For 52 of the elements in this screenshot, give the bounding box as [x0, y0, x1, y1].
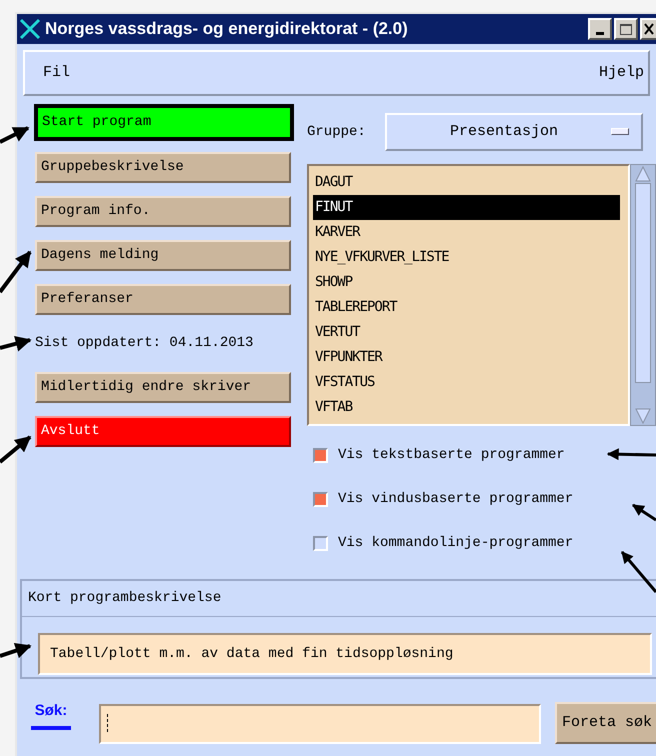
annotation-arrow	[606, 448, 656, 460]
description-field: Tabell/plott m.m. av data med fin tidsoppløsning	[38, 633, 652, 675]
action-button[interactable]: Dagens melding	[35, 240, 291, 271]
exit-button[interactable]: Avslutt	[35, 416, 291, 447]
annotation-arrow	[0, 642, 32, 658]
search-field[interactable]	[99, 704, 541, 744]
checkbox-label: Vis tekstbaserte programmer	[338, 446, 565, 464]
action-button[interactable]: Gruppebeskrivelse	[35, 152, 291, 183]
close-button[interactable]	[640, 18, 656, 40]
group-label: Gruppe:	[307, 122, 367, 142]
program-item[interactable]: VFTAB	[313, 395, 620, 420]
minimize-button[interactable]	[588, 18, 612, 40]
menu-item[interactable]: Hjelp	[598, 62, 644, 84]
program-item[interactable]: VFPUNKTER	[313, 345, 620, 370]
program-item[interactable]: TABLEREPORT	[313, 295, 620, 320]
annotation-arrow	[0, 336, 32, 352]
action-button[interactable]: Program info.	[35, 196, 291, 227]
program-item[interactable]: VERTUT	[313, 320, 620, 345]
x-logo-icon	[19, 18, 41, 40]
checkbox[interactable]	[313, 448, 328, 462]
window-title: Norges vassdrags- og energidirektorat - (2.0)	[45, 18, 408, 40]
annotation-arrow	[0, 435, 32, 464]
search-label: Søk:	[34, 701, 68, 721]
group-dropdown[interactable]: Presentasjon	[385, 113, 643, 151]
checkbox-label: Vis vindusbaserte programmer	[338, 490, 574, 508]
underline	[31, 726, 71, 730]
scroll-down-icon[interactable]	[634, 407, 652, 425]
program-item[interactable]: NYE_VFKURVER_LISTE	[313, 245, 620, 270]
action-button[interactable]: Preferanser	[35, 284, 291, 315]
search-button[interactable]: Foreta søk	[555, 702, 656, 744]
program-item[interactable]: VFSTATUS	[313, 370, 620, 395]
annotation-arrow	[620, 551, 656, 593]
close-icon	[644, 23, 654, 35]
maximize-button[interactable]	[614, 18, 638, 40]
checkbox[interactable]	[313, 492, 328, 506]
last-updated-text: Sist oppdatert: 04.11.2013	[35, 334, 254, 353]
scrollbar[interactable]	[630, 164, 656, 426]
checkbox-label: Vis kommandolinje-programmer	[338, 534, 574, 552]
start-button[interactable]: Start program	[36, 106, 292, 139]
program-item[interactable]: SHOWP	[313, 270, 620, 295]
action-button[interactable]: Midlertidig endre skriver	[35, 372, 291, 403]
section-heading: Kort programbeskrivelse	[28, 589, 222, 608]
dropdown-indicator-icon	[611, 128, 629, 135]
program-item[interactable]: KARVER	[313, 220, 620, 245]
annotation-arrow	[632, 504, 656, 522]
annotation-arrow	[0, 126, 30, 144]
menu-item[interactable]: Fil	[43, 62, 70, 84]
program-item[interactable]: DAGUT	[313, 170, 620, 195]
annotation-arrow	[0, 250, 32, 294]
text-cursor-icon	[107, 714, 110, 732]
checkbox[interactable]	[313, 536, 328, 550]
program-item[interactable]: FINUT	[313, 195, 620, 220]
